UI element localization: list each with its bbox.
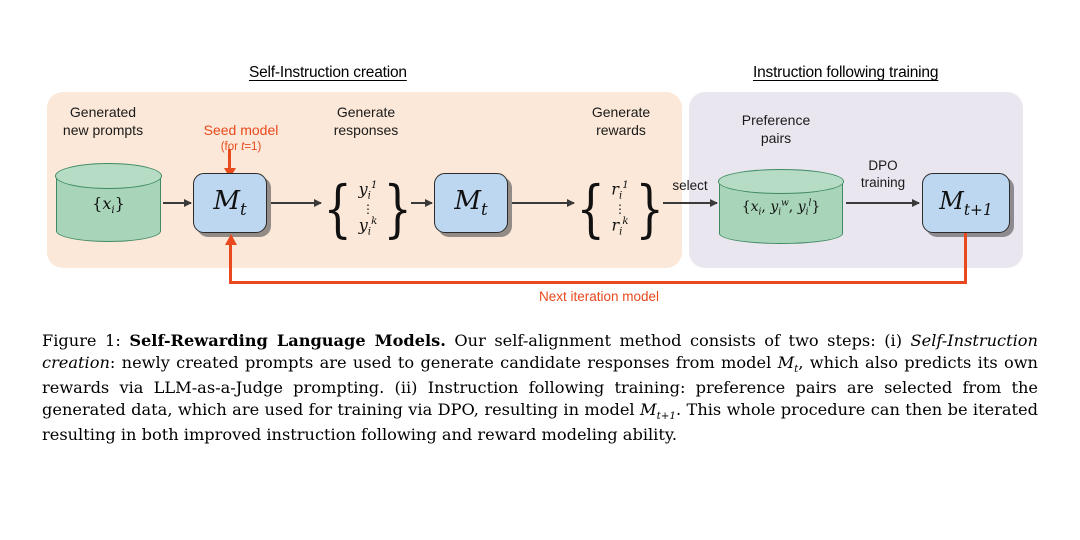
label-generate-responses: Generate responses	[333, 104, 399, 138]
feedback-line-up	[229, 243, 232, 283]
caption-model-t: Mt	[777, 353, 799, 376]
arrow-model-to-responses	[271, 202, 321, 204]
panel-title-self-instruction: Self-Instruction creation	[249, 64, 407, 81]
panel-title-instruction-following: Instruction following training	[753, 64, 939, 81]
caption-model-t-plus-1: Mt+1	[639, 400, 676, 423]
left-brace-icon: {	[576, 172, 605, 246]
figure-caption: Figure 1: Self-Rewarding Language Models…	[42, 330, 1038, 446]
model-box-mt-generator: Mt	[193, 173, 267, 233]
label-dpo-training: DPO training	[860, 158, 906, 190]
label-select: select	[672, 178, 708, 193]
model-box-mt-generator-text: Mt	[213, 186, 247, 220]
label-generated-new-prompts: Generated new prompts	[62, 104, 144, 138]
set-generated-rewards: { ri1 ⋮ rik }	[576, 168, 663, 250]
model-box-mt-plus-1-text: Mt+1	[939, 187, 993, 219]
datastore-preference-pairs-text: {xi, yiw, yil}	[741, 198, 821, 219]
set-responses-last: yik	[358, 215, 378, 238]
set-responses-first: yi1	[358, 179, 378, 202]
set-rewards-last: rik	[611, 215, 629, 238]
label-seed-model-condition: (for t=1)	[220, 140, 262, 153]
label-seed-model: Seed model (for t=1)	[182, 104, 300, 172]
feedback-line-horizontal	[229, 281, 967, 284]
right-brace-icon: }	[383, 172, 413, 246]
set-rewards-ellipsis: ⋮	[614, 201, 626, 216]
datastore-generated-prompts: {xi}	[55, 163, 162, 242]
figure-diagram: Self-Instruction creation Instruction fo…	[0, 0, 1080, 325]
arrow-prompts-to-model	[163, 202, 191, 204]
set-generated-responses: { yi1 ⋮ yik }	[323, 168, 413, 250]
label-seed-model-main: Seed model	[203, 121, 279, 138]
seed-model-arrow-icon	[228, 149, 231, 169]
caption-body-2: : newly created prompts are used to gene…	[109, 353, 778, 373]
caption-title: Self-Rewarding Language Models.	[129, 331, 446, 350]
caption-figure-number: Figure 1:	[42, 331, 121, 350]
set-responses-ellipsis: ⋮	[362, 201, 374, 216]
datastore-preference-pairs: {xi, yiw, yil}	[718, 169, 844, 244]
caption-body-1: Our self-alignment method consists of tw…	[445, 331, 911, 350]
arrow-judge-to-rewards	[512, 202, 574, 204]
model-box-mt-plus-1: Mt+1	[922, 173, 1010, 233]
datastore-generated-prompts-text: {xi}	[92, 193, 125, 216]
model-box-mt-judge-text: Mt	[454, 186, 488, 220]
arrow-dpo-to-model-next	[846, 202, 919, 204]
model-box-mt-judge: Mt	[434, 173, 508, 233]
label-next-iteration-model: Next iteration model	[538, 289, 660, 304]
arrow-responses-to-judge	[411, 202, 432, 204]
feedback-line-down	[964, 233, 967, 283]
arrow-select-to-preference-pairs	[663, 202, 717, 204]
left-brace-icon: {	[323, 172, 353, 246]
feedback-arrowhead-icon	[224, 234, 237, 245]
label-preference-pairs: Preference pairs	[741, 112, 811, 146]
set-rewards-first: ri1	[611, 179, 629, 202]
label-generate-rewards: Generate rewards	[591, 104, 651, 138]
